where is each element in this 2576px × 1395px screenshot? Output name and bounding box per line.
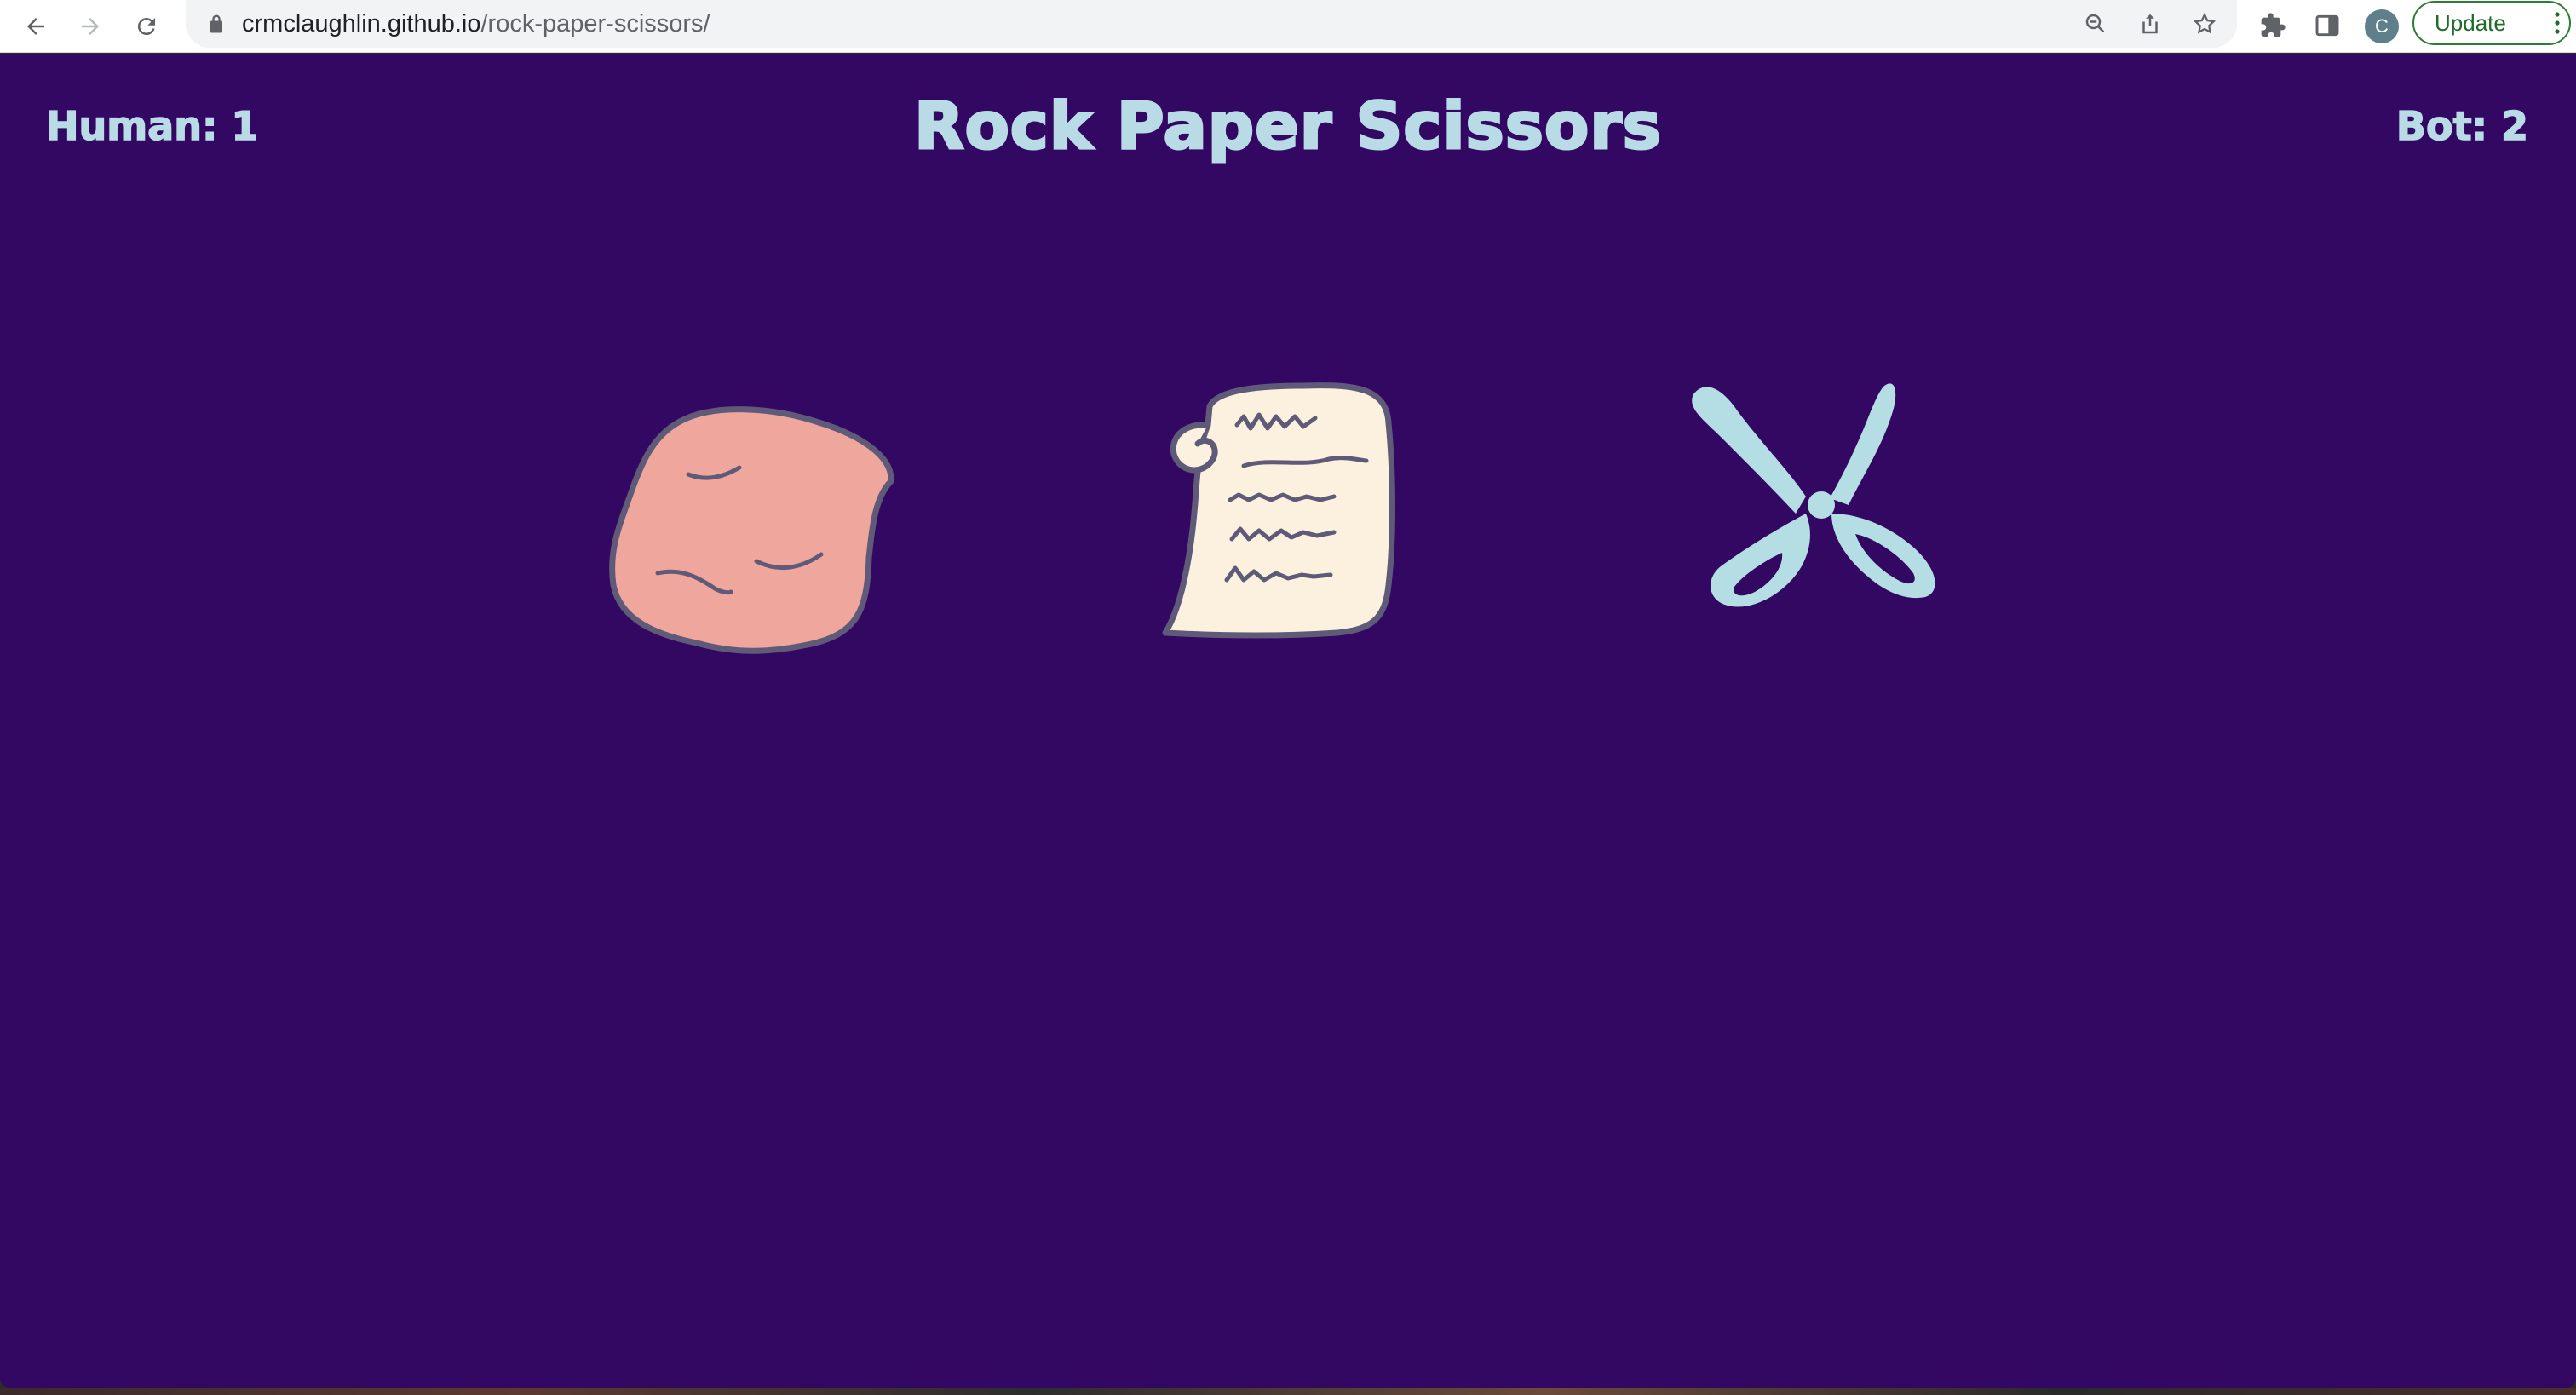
side-panel-button[interactable] [2309, 7, 2346, 44]
profile-avatar[interactable]: C [2365, 9, 2399, 43]
share-button[interactable] [2133, 7, 2167, 41]
url-host: crmclaughlin.github.io [242, 10, 481, 37]
desktop-background-strip [0, 1388, 2576, 1395]
reload-button[interactable] [128, 8, 165, 45]
bookmark-button[interactable] [2188, 7, 2222, 41]
extensions-button[interactable] [2254, 7, 2291, 44]
side-panel-icon [2315, 14, 2339, 37]
update-label: Update [2435, 10, 2506, 36]
forward-icon [82, 18, 99, 35]
share-icon [2142, 14, 2158, 34]
reload-icon [137, 18, 155, 36]
zoom-button[interactable] [2079, 7, 2113, 41]
lock-icon [210, 14, 222, 33]
rock-button[interactable] [603, 396, 901, 669]
star-icon [2193, 12, 2217, 34]
forward-button[interactable] [72, 8, 109, 45]
back-icon [27, 18, 44, 35]
browser-toolbar: crmclaughlin.github.io/rock-paper-scisso… [0, 0, 2576, 53]
menu-icon [2555, 12, 2560, 34]
back-button[interactable] [17, 8, 55, 45]
extensions-icon [2261, 13, 2286, 37]
scroll-icon [1162, 382, 1395, 639]
scissors-button[interactable] [1687, 377, 1942, 616]
game-page: Human: 1 Rock Paper Scissors Bot: 2 [0, 54, 2576, 1388]
page-title: Rock Paper Scissors [913, 87, 1663, 165]
update-button[interactable]: Update [2412, 1, 2571, 45]
scissors-icon [1692, 383, 1935, 607]
address-bar[interactable]: crmclaughlin.github.io/rock-paper-scisso… [186, 0, 2237, 48]
zoom-icon [2085, 14, 2105, 33]
bot-score: Bot: 2 [2395, 102, 2529, 150]
url-path: /rock-paper-scissors/ [480, 10, 710, 37]
url-text[interactable]: crmclaughlin.github.io/rock-paper-scisso… [242, 8, 710, 40]
rock-icon [609, 406, 894, 654]
paper-button[interactable] [1159, 372, 1397, 645]
